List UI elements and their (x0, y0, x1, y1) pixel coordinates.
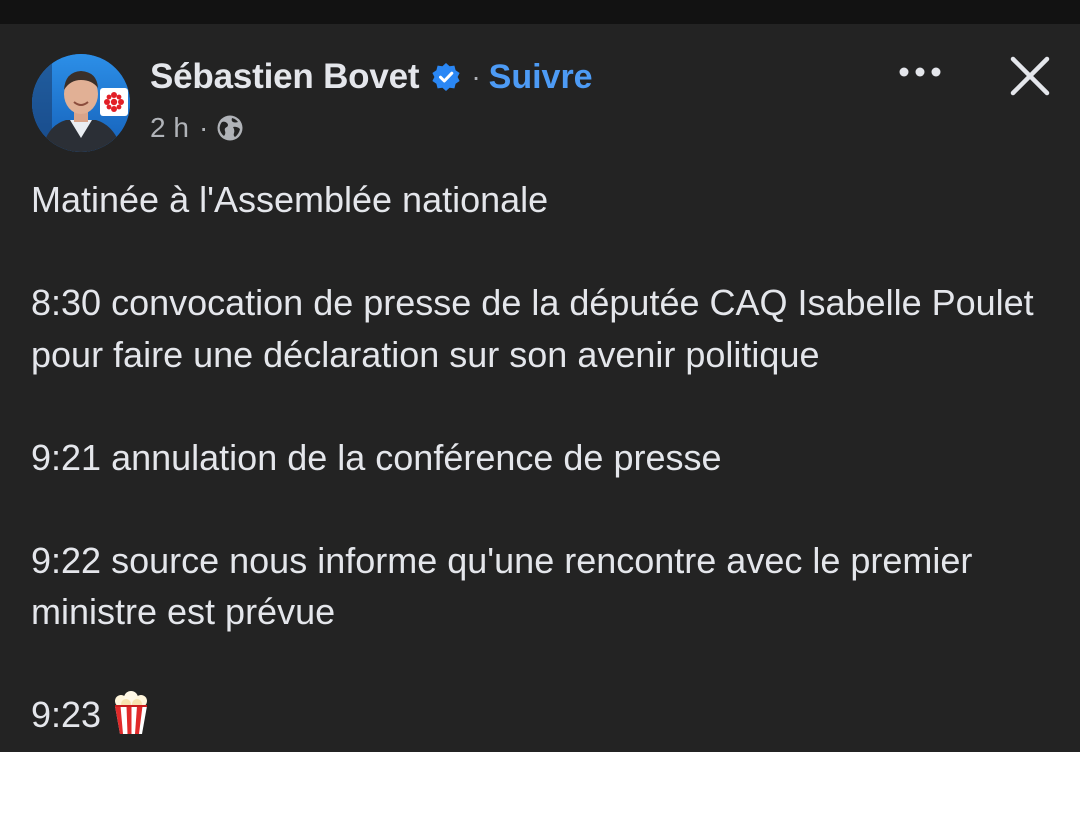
post-paragraph: Matinée à l'Assemblée nationale (31, 179, 549, 220)
author-line: Sébastien Bovet · Suivre (150, 54, 593, 100)
author-name[interactable]: Sébastien Bovet (150, 57, 420, 97)
globe-icon[interactable] (216, 114, 244, 142)
post-last-line: 9:23 (31, 689, 1051, 741)
post-paragraph: 9:21 annulation de la conférence de pres… (31, 436, 722, 478)
post-card: Sébastien Bovet · Suivre 2 h · Matinée à… (0, 24, 1080, 752)
name-separator: · (471, 61, 481, 92)
close-button[interactable] (1004, 50, 1056, 102)
verified-badge-icon (431, 62, 461, 92)
post-paragraph: 9:23 (31, 694, 102, 735)
follow-button[interactable]: Suivre (489, 58, 593, 97)
top-bar (0, 0, 1080, 24)
post-paragraph: 8:30 convocation de presse de la députée… (31, 282, 1034, 375)
post-paragraph: 9:22 source nous informe qu'une rencontr… (31, 539, 973, 633)
post-meta: 2 h · (150, 110, 244, 146)
post-timestamp[interactable]: 2 h (150, 112, 189, 144)
post-text: Matinée à l'Assemblée nationale 8:30 con… (31, 174, 1051, 741)
more-options-button[interactable] (892, 52, 948, 92)
close-icon (1010, 56, 1050, 96)
meta-separator: · (198, 112, 209, 143)
more-options-icon (899, 67, 941, 77)
author-avatar[interactable] (32, 54, 130, 152)
popcorn-icon (111, 691, 151, 735)
